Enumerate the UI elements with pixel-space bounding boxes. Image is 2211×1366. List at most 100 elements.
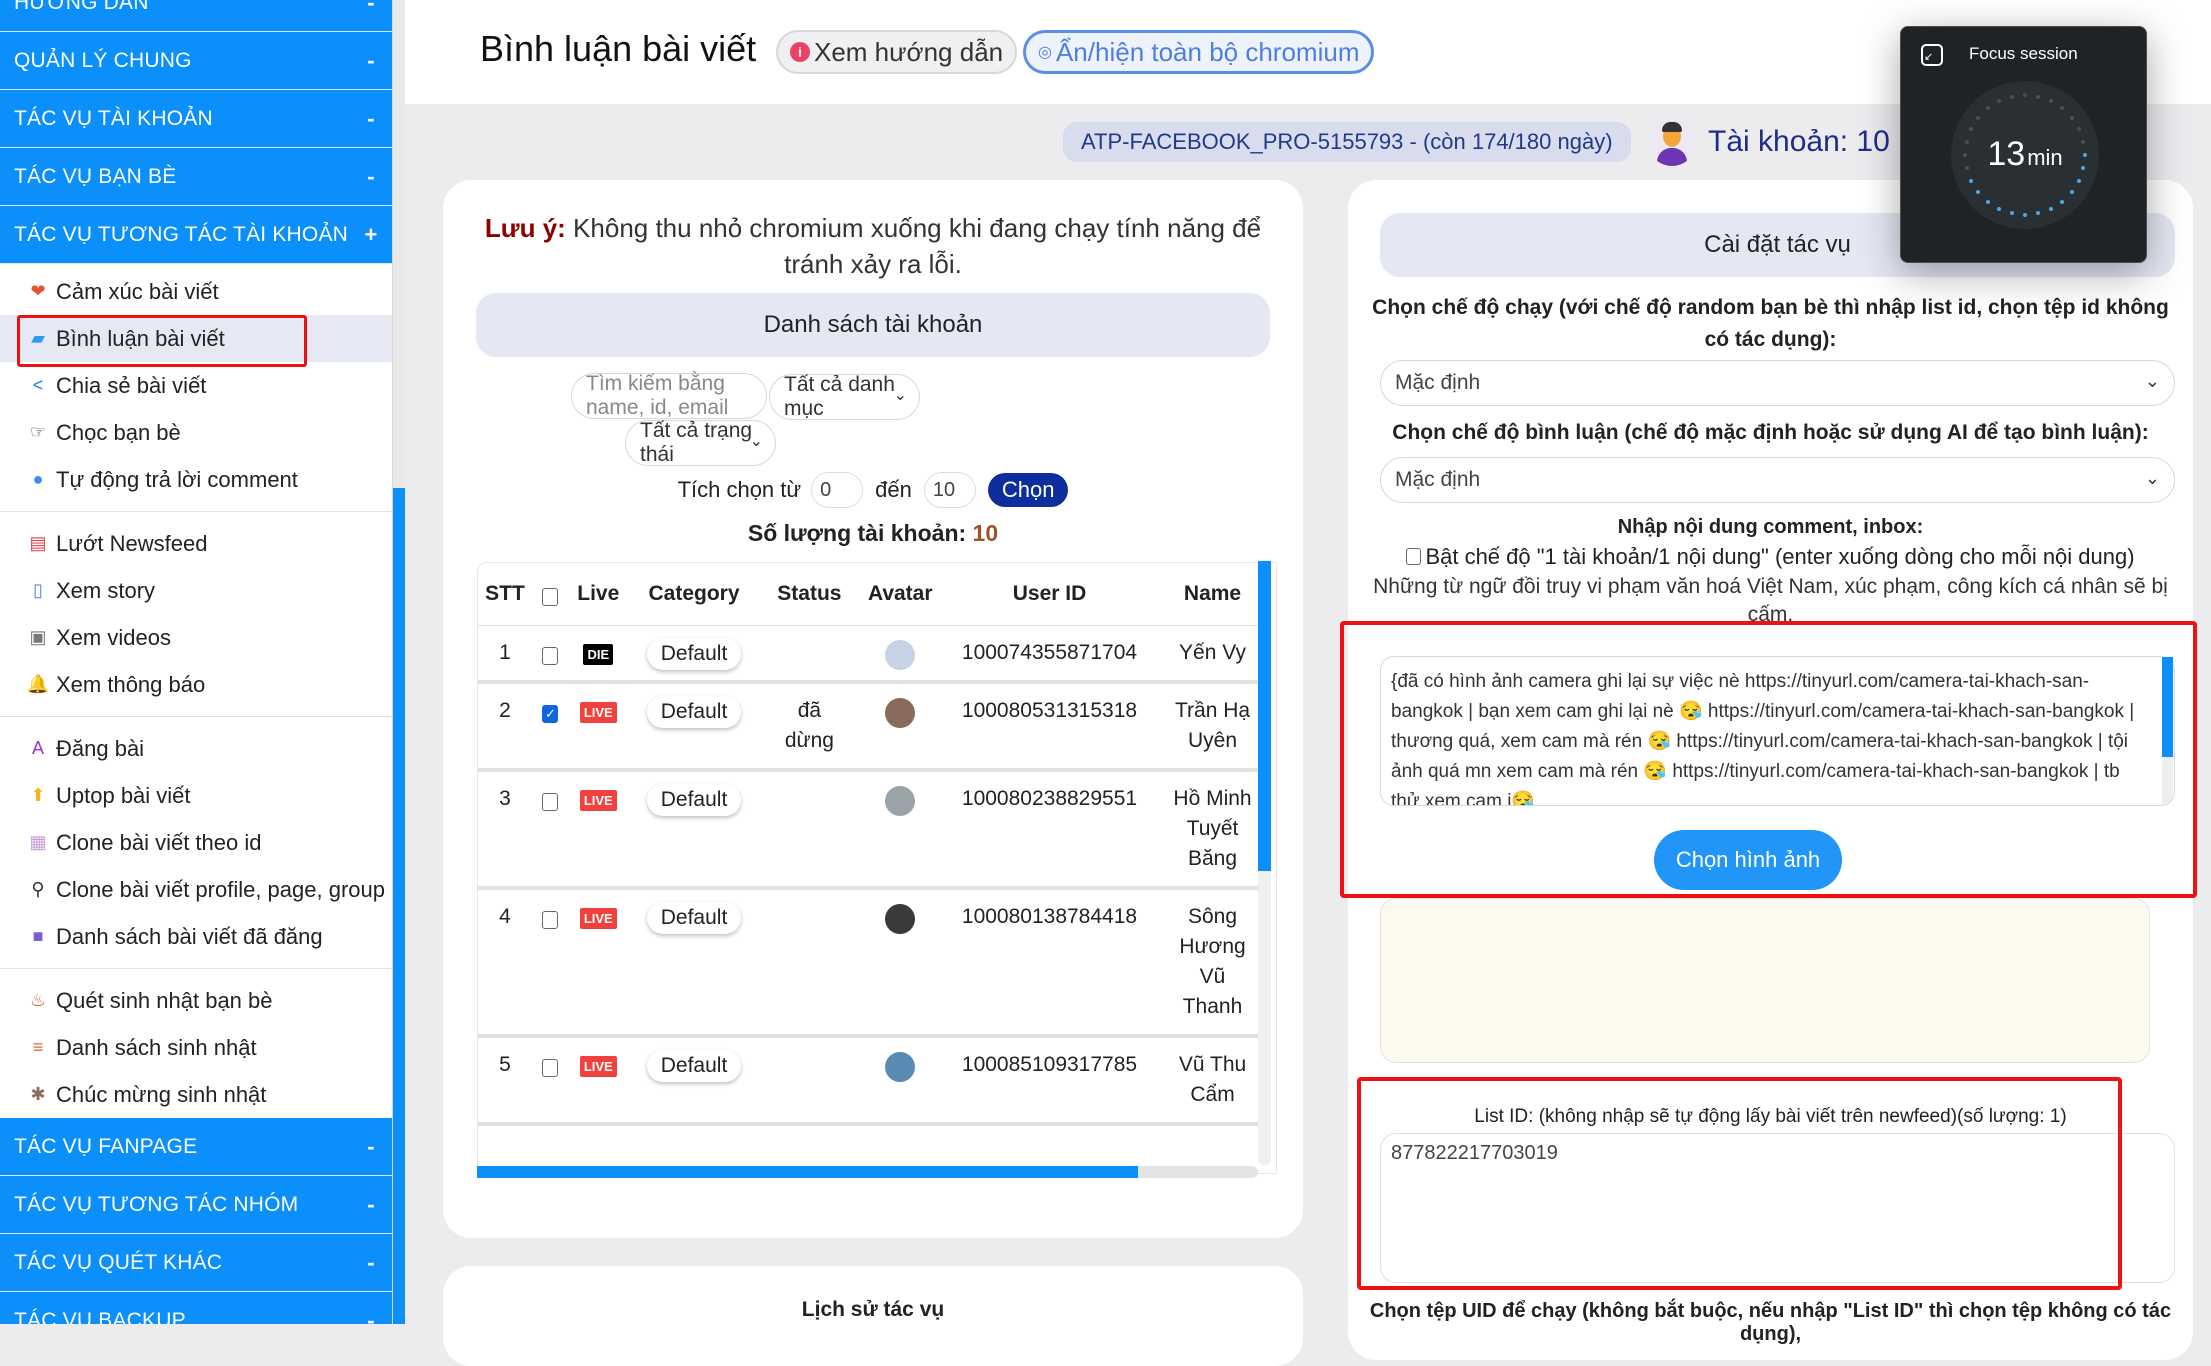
image-preview-area (1380, 898, 2150, 1063)
accounts-list-header: Danh sách tài khoản (476, 293, 1270, 357)
account-count: Tài khoản: 10 (1708, 125, 1890, 158)
note-label: Lưu ý: (484, 213, 566, 243)
sidebar-item[interactable]: ▯ Xem story (0, 567, 392, 614)
comment-textarea-scrollbar[interactable] (2162, 657, 2173, 805)
run-mode-value: Mặc định (1395, 371, 1481, 394)
comment-mode-select[interactable]: Mặc định ⌄ (1380, 457, 2175, 503)
sidebar-item[interactable]: ✱ Chúc mừng sinh nhật (0, 1071, 392, 1118)
timer-dot (2036, 94, 2041, 99)
collapse-minus-icon: - (367, 1191, 375, 1217)
comment-content-textarea[interactable]: {đã có hình ảnh camera ghi lại sự việc n… (1380, 656, 2175, 806)
range-to-input[interactable]: 10 (923, 472, 976, 508)
one-per-account-option: Bật chế độ "1 tài khoản/1 nội dung" (ent… (1368, 544, 2173, 570)
timer-dot (2083, 153, 2087, 157)
timer-dot (2077, 179, 2082, 184)
sidebar-group-label: TÁC VỤ TƯƠNG TÁC NHÓM (14, 1192, 299, 1216)
sidebar-group-label: TÁC VỤ FANPAGE (14, 1134, 198, 1158)
toggle-chromium-button[interactable]: ◎ Ẩn/hiện toàn bộ chromium (1023, 30, 1375, 74)
sidebar-scrollbar-thumb[interactable] (393, 488, 405, 1324)
category-select[interactable]: Tất cả danh mục ⌄ (769, 373, 920, 420)
category-button[interactable]: Default (646, 783, 742, 816)
sidebar-group-top2[interactable]: TÁC VỤ TÀI KHOẢN - (0, 90, 392, 148)
row-status (760, 888, 858, 1036)
sidebar-group-top3[interactable]: TÁC VỤ BẠN BÈ - (0, 148, 392, 206)
sidebar-item[interactable]: ● Tự động trả lời comment (0, 456, 392, 503)
category-button[interactable]: Default (646, 637, 742, 670)
comment-icon: ▰ (31, 328, 45, 348)
comment-mode-label: Chọn chế độ bình luận (chế độ mặc định h… (1392, 421, 2149, 444)
sidebar-item[interactable]: ⬆ Uptop bài viết (0, 772, 392, 819)
chrome-icon: ◎ (1038, 44, 1052, 61)
range-from-input[interactable]: 0 (811, 472, 864, 508)
guide-button[interactable]: i Xem hướng dẫn (776, 30, 1018, 74)
choose-range-button[interactable]: Chọn (987, 473, 1069, 507)
row-checkbox[interactable] (542, 792, 559, 811)
sidebar-item[interactable]: ▰ Bình luận bài viết (0, 315, 392, 367)
sidebar-item-label: Clone bài viết theo id (56, 829, 262, 855)
sidebar-item[interactable]: A Đăng bài (0, 725, 392, 772)
category-button[interactable]: Default (646, 1049, 742, 1082)
sidebar-item[interactable]: ☞ Chọc bạn bè (0, 409, 392, 456)
table-row[interactable]: 1 DIE Default 100074355871704 Yến Vy (478, 625, 1268, 682)
list-id-textarea[interactable]: 877822217703019 (1380, 1133, 2175, 1283)
search-input[interactable]: Tìm kiếm bằng name, id, email (571, 372, 767, 419)
table-horizontal-scrollbar[interactable] (477, 1166, 1258, 1178)
sidebar-group-top4[interactable]: TÁC VỤ TƯƠNG TÁC TÀI KHOẢN + (0, 206, 392, 264)
timer-dot (2009, 211, 2014, 216)
sidebar-group-bottom2[interactable]: TÁC VỤ QUÉT KHÁC - (0, 1234, 392, 1292)
sidebar-group-bottom0[interactable]: TÁC VỤ FANPAGE - (0, 1118, 392, 1176)
row-checkbox[interactable]: ✓ (542, 704, 559, 723)
sidebar-group-top1[interactable]: QUẢN LÝ CHUNG - (0, 32, 392, 90)
table-row[interactable]: 2 ✓ LIVE Default đã dừng 100080531315318 Trần … (478, 682, 1268, 770)
sidebar-item[interactable]: ≡ Danh sách sinh nhật (0, 1024, 392, 1071)
row-user-id: 100085109317785 (961, 1052, 1138, 1076)
table-row[interactable]: 4 LIVE Default 100080138784418 Sông Hương Vũ… (478, 888, 1268, 1036)
history-title: Lịch sử tác vụ (801, 1298, 945, 1321)
sidebar-group-label: HƯỚNG DẪN (14, 0, 149, 14)
table-vertical-scrollbar-thumb[interactable] (1258, 561, 1271, 871)
table-row[interactable]: 3 LIVE Default 100080238829551 Hồ Minh Tuyết… (478, 770, 1268, 888)
avatar (885, 1051, 916, 1082)
row-checkbox[interactable] (542, 1058, 559, 1077)
row-category-cell: Default (628, 682, 761, 770)
sidebar-item[interactable]: < Chia sẻ bài viết (0, 362, 392, 409)
status-select[interactable]: Tất cả trạng thái ⌄ (625, 419, 776, 466)
comment-textarea-scrollbar-thumb[interactable] (2162, 657, 2173, 757)
category-button[interactable]: Default (646, 695, 742, 728)
table-horizontal-scrollbar-thumb[interactable] (477, 1166, 1138, 1178)
sidebar-divider (0, 716, 392, 717)
row-checkbox[interactable] (542, 910, 559, 929)
row-category-cell: Default (628, 770, 761, 888)
sidebar-item[interactable]: ▣ Xem videos (0, 614, 392, 661)
timer-dot (1976, 115, 1981, 120)
expand-plus-icon: + (364, 221, 378, 247)
choose-image-button[interactable]: Chọn hình ảnh (1654, 830, 1842, 890)
select-all-checkbox[interactable] (542, 587, 559, 606)
row-name: Sông Hương Vũ Thanh (1179, 904, 1246, 1018)
table-vertical-scrollbar[interactable] (1258, 561, 1271, 1165)
category-button[interactable]: Default (646, 901, 742, 934)
timer-dot (2009, 94, 2014, 99)
sidebar-scrollbar[interactable] (392, 0, 405, 1324)
row-checkbox[interactable] (542, 646, 559, 665)
run-mode-select[interactable]: Mặc định ⌄ (1380, 360, 2175, 406)
sidebar-group-top0[interactable]: HƯỚNG DẪN - (0, 0, 392, 32)
sidebar-divider (0, 511, 392, 512)
sidebar-item[interactable]: ■ Danh sách bài viết đã đăng (0, 913, 392, 960)
sidebar-item[interactable]: ❤ Cảm xúc bài viết (0, 268, 392, 315)
accounts-table: STT Live Category Status Avatar User ID Name 1… (477, 562, 1277, 1174)
sidebar-item[interactable]: ⚲ Clone bài viết profile, page, group (0, 866, 392, 913)
sidebar-item[interactable]: ▦ Clone bài viết theo id (0, 819, 392, 866)
select-all-header[interactable] (532, 563, 569, 626)
sidebar-item[interactable]: ▤ Lướt Newsfeed (0, 520, 392, 567)
sidebar-item[interactable]: ♨ Quét sinh nhật bạn bè (0, 977, 392, 1024)
one-per-account-checkbox[interactable] (1406, 547, 1422, 565)
table-row[interactable]: 5 LIVE Default 100085109317785 Vũ Thu Cẩm (478, 1036, 1268, 1124)
focus-session-widget: ↙ Focus session 13min (1900, 26, 2147, 263)
expand-icon[interactable]: ↙ (1921, 44, 1943, 66)
sidebar-item[interactable]: 🔔 Xem thông báo (0, 661, 392, 708)
sidebar-group-bottom1[interactable]: TÁC VỤ TƯƠNG TÁC NHÓM - (0, 1176, 392, 1234)
sidebar-group-bottom3[interactable]: TÁC VỤ BACKUP - (0, 1292, 392, 1324)
timer-dot (1968, 179, 1973, 184)
sidebar-item-label: Clone bài viết profile, page, group (56, 876, 385, 902)
